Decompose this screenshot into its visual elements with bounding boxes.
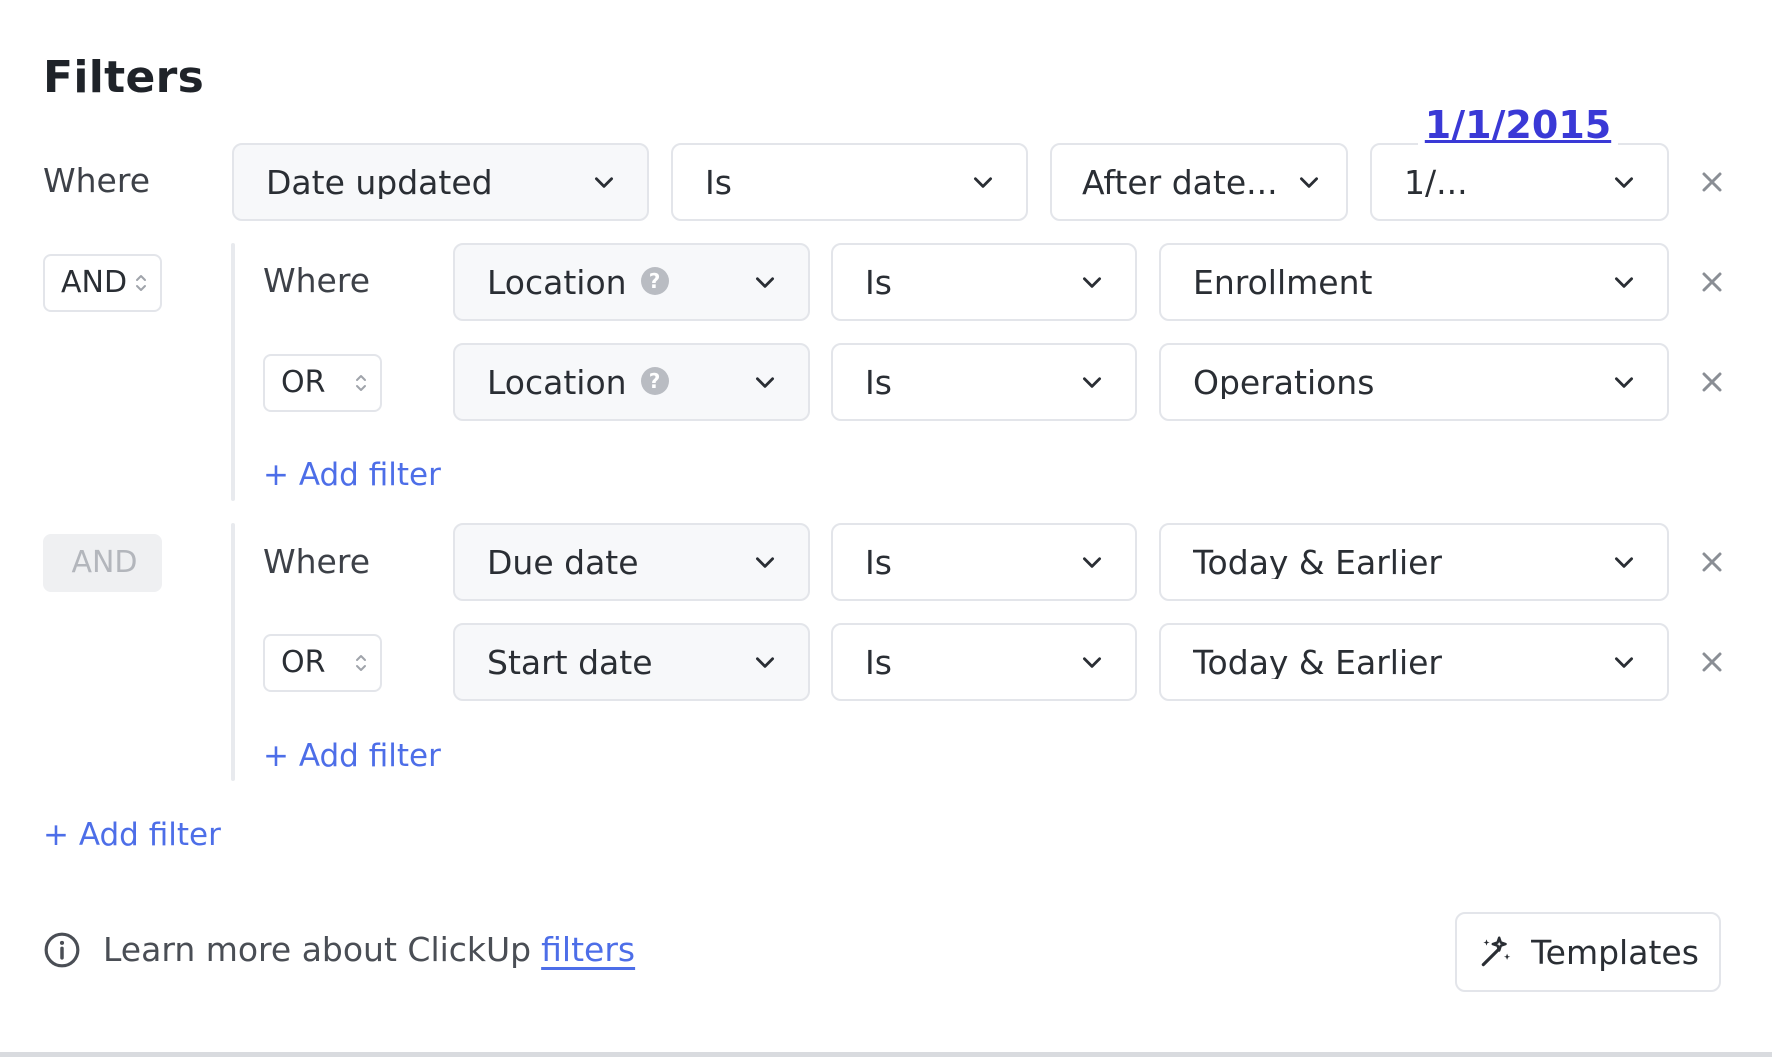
chevron-down-icon [1611,169,1637,195]
operator-dropdown[interactable]: Is [831,523,1137,601]
dropdown-value: Today & Earlier [1193,545,1442,579]
chevron-down-icon [970,169,996,195]
dropdown-value: Today & Earlier [1193,645,1442,679]
chevron-down-icon [1079,549,1105,575]
where-label: Where [263,261,370,300]
templates-label: Templates [1531,932,1699,972]
dropdown-value: Location [487,365,627,399]
where-label: Where [263,542,370,581]
dropdown-value: Enrollment [1193,265,1373,299]
close-icon[interactable] [1700,550,1724,574]
dropdown-value: After date... [1082,165,1278,199]
logic-value: AND [71,545,138,580]
chevron-down-icon [1079,269,1105,295]
chevron-down-icon [1611,269,1637,295]
condition-dropdown[interactable]: After date... [1050,143,1348,221]
close-icon[interactable] [1700,650,1724,674]
dropdown-value: Start date [487,645,653,679]
add-filter-link[interactable]: + Add filter [263,460,441,491]
up-down-arrows-icon [354,372,368,394]
operator-dropdown[interactable]: Is [831,343,1137,421]
operator-dropdown[interactable]: Is [831,623,1137,701]
date-value-dropdown[interactable]: 1/... [1370,143,1669,221]
templates-button[interactable]: Templates [1455,912,1721,992]
group-divider [231,523,235,781]
filters-panel: Filters Where Date updated Is After date… [0,0,1772,1057]
chevron-down-icon [1079,649,1105,675]
dropdown-value: 1/... [1404,165,1468,199]
panel-title: Filters [43,52,205,103]
group-logic-select[interactable]: AND [43,254,162,312]
field-dropdown-location[interactable]: Location? [453,343,810,421]
dropdown-value: Date updated [266,165,493,199]
chevron-down-icon [752,369,778,395]
logic-value: OR [281,365,326,400]
chevron-down-icon [1611,649,1637,675]
value-dropdown[interactable]: Today & Earlier [1159,623,1669,701]
magic-wand-icon [1481,936,1511,967]
dropdown-label-wrap: Location? [487,366,744,399]
field-dropdown-due-date[interactable]: Due date [453,523,810,601]
close-icon[interactable] [1700,370,1724,394]
operator-dropdown[interactable]: Is [671,143,1028,221]
chevron-down-icon [591,169,617,195]
where-label: Where [43,161,150,200]
chevron-down-icon [752,549,778,575]
add-filter-link[interactable]: + Add filter [43,820,221,851]
chevron-down-icon [752,649,778,675]
field-dropdown-start-date[interactable]: Start date [453,623,810,701]
bottom-divider [0,1052,1772,1057]
operator-dropdown[interactable]: Is [831,243,1137,321]
up-down-arrows-icon [354,652,368,674]
dropdown-value: Is [705,165,732,199]
value-dropdown[interactable]: Today & Earlier [1159,523,1669,601]
filters-doc-link[interactable]: filters [541,930,635,969]
dropdown-label-wrap: Location? [487,266,744,299]
chevron-down-icon [1296,169,1322,195]
dropdown-value: Is [865,265,892,299]
add-filter-link[interactable]: + Add filter [263,741,441,772]
row-logic-select[interactable]: OR [263,354,382,412]
chevron-down-icon [1079,369,1105,395]
up-down-arrows-icon [134,272,148,294]
logic-value: OR [281,645,326,680]
date-value-link[interactable]: 1/1/2015 [1418,100,1618,150]
info-circle-icon [44,932,80,967]
learn-more-text: Learn more about ClickUp [103,930,532,969]
value-dropdown[interactable]: Enrollment [1159,243,1669,321]
field-dropdown-date-updated[interactable]: Date updated [232,143,649,221]
learn-more: Learn more about ClickUp filters [43,930,635,969]
chevron-down-icon [752,269,778,295]
dropdown-value: Due date [487,545,639,579]
group-divider [231,243,235,501]
dropdown-value: Operations [1193,365,1375,399]
logic-value: AND [61,265,128,300]
group-logic-select-disabled: AND [43,534,162,592]
value-dropdown[interactable]: Operations [1159,343,1669,421]
dropdown-value: Location [487,265,627,299]
question-circle-icon: ? [640,266,669,295]
field-dropdown-location[interactable]: Location? [453,243,810,321]
close-icon[interactable] [1700,170,1724,194]
question-circle-icon: ? [640,366,669,395]
chevron-down-icon [1611,369,1637,395]
row-logic-select[interactable]: OR [263,634,382,692]
dropdown-value: Is [865,545,892,579]
dropdown-value: Is [865,645,892,679]
dropdown-value: Is [865,365,892,399]
chevron-down-icon [1611,549,1637,575]
close-icon[interactable] [1700,270,1724,294]
